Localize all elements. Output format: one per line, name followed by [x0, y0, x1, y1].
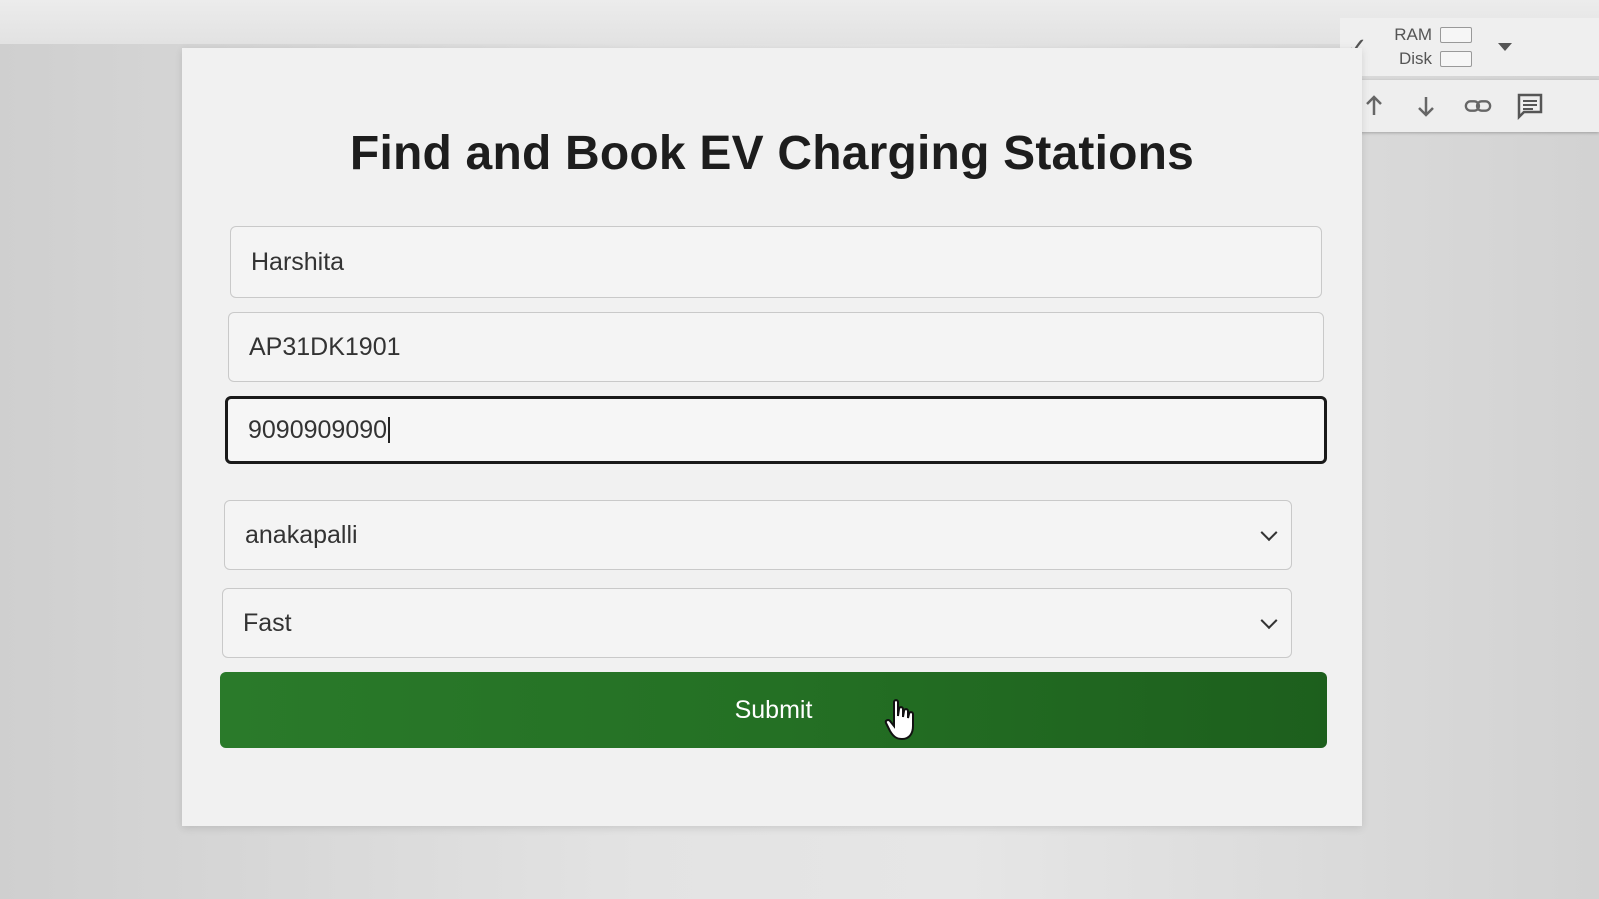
cell-toolbar: [1348, 80, 1599, 132]
vehicle-number-input[interactable]: AP31DK1901: [228, 312, 1324, 382]
dropdown-icon[interactable]: [1498, 43, 1512, 51]
runtime-status-area[interactable]: ✓ RAM Disk: [1340, 18, 1599, 76]
arrow-up-icon[interactable]: [1360, 92, 1388, 120]
text-caret: [388, 417, 391, 443]
hand-pointer-icon: [884, 699, 914, 741]
comment-icon[interactable]: [1516, 92, 1544, 120]
vehicle-number-value: AP31DK1901: [249, 332, 401, 361]
name-input[interactable]: Harshita: [230, 226, 1322, 298]
link-icon[interactable]: [1464, 92, 1492, 120]
ram-meter: [1440, 27, 1472, 43]
chevron-down-icon: [1260, 524, 1278, 542]
submit-button-label: Submit: [734, 695, 813, 724]
submit-button[interactable]: Submit: [220, 672, 1327, 748]
screen: ✓ RAM Disk Find and Book EV Charging Sta…: [0, 0, 1599, 899]
location-selected-value: anakapalli: [245, 520, 358, 549]
page-title: Find and Book EV Charging Stations: [349, 127, 1195, 180]
name-input-value: Harshita: [251, 247, 345, 276]
booking-form-card: Find and Book EV Charging Stations Harsh…: [182, 48, 1362, 826]
chevron-down-icon: [1260, 612, 1278, 630]
disk-label: Disk: [1398, 49, 1432, 68]
resource-monitor[interactable]: RAM Disk: [1392, 25, 1472, 69]
phone-input-value: 9090909090: [248, 415, 388, 444]
disk-meter: [1440, 51, 1472, 67]
disk-row: Disk: [1392, 49, 1472, 69]
arrow-down-icon[interactable]: [1412, 92, 1440, 120]
ram-row: RAM: [1392, 25, 1472, 45]
location-select[interactable]: anakapalli: [224, 500, 1292, 570]
phone-input[interactable]: 9090909090: [225, 396, 1327, 464]
ram-label: RAM: [1394, 25, 1432, 44]
charger-type-selected-value: Fast: [243, 608, 292, 637]
charger-type-select[interactable]: Fast: [222, 588, 1292, 658]
